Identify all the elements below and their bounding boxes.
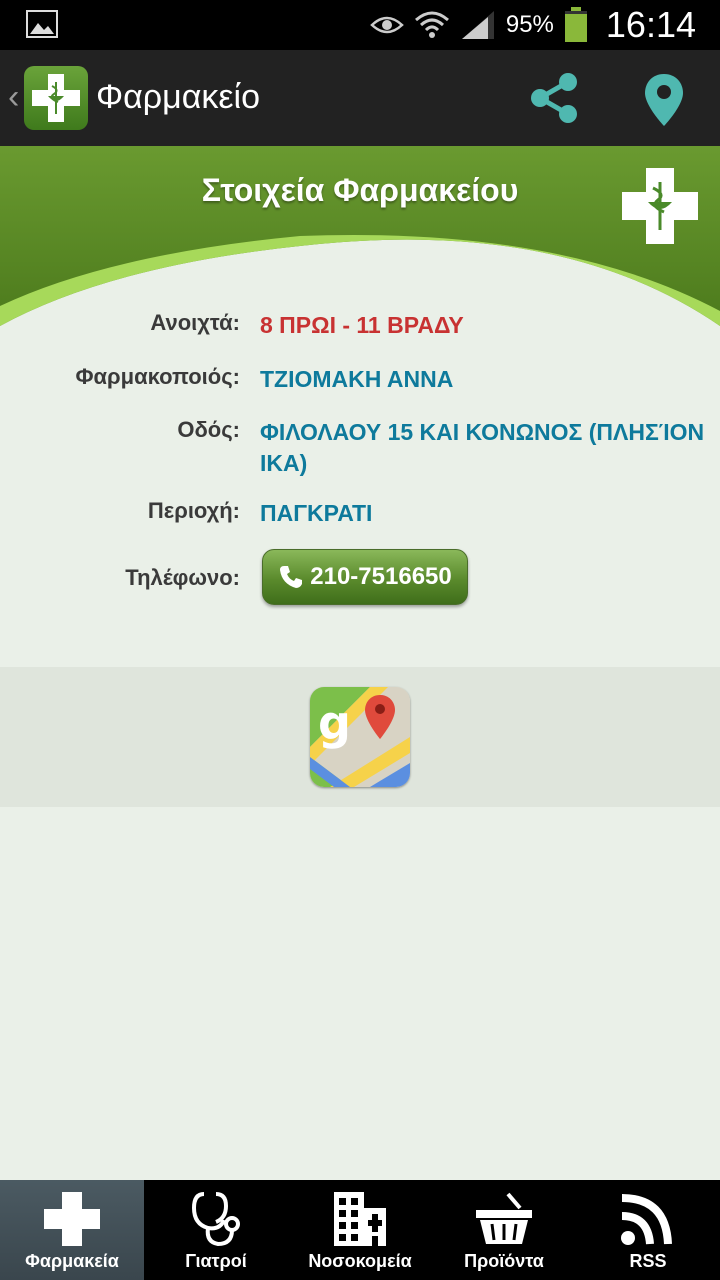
label-pharmacist: Φαρμακοποιός: bbox=[75, 364, 240, 389]
google-maps-icon: g bbox=[310, 687, 410, 787]
app-logo-icon[interactable] bbox=[24, 66, 88, 130]
value-pharmacist: ΤΖΙΟΜΑΚΗ ΑΝΝΑ bbox=[260, 366, 454, 392]
rss-icon bbox=[621, 1194, 672, 1245]
share-icon[interactable] bbox=[526, 70, 582, 126]
pharmacy-cross-icon bbox=[622, 168, 698, 244]
hospital-building-icon bbox=[334, 1192, 386, 1246]
screen-title: Φαρμακείο bbox=[96, 78, 260, 116]
google-maps-button[interactable]: g bbox=[310, 687, 410, 787]
label-street: Οδός: bbox=[177, 417, 240, 442]
action-bar: ‹ Φαρμακείο bbox=[0, 50, 720, 146]
label-phone: Τηλέφωνο: bbox=[125, 565, 240, 590]
eye-icon bbox=[370, 16, 404, 34]
wifi-icon bbox=[414, 11, 449, 38]
location-pin-icon[interactable] bbox=[642, 72, 686, 128]
map-strip: g bbox=[0, 667, 720, 807]
nav-pharmacies[interactable]: Φαρμακεία bbox=[0, 1180, 144, 1280]
status-bar: 95% 16:14 bbox=[0, 0, 720, 50]
cross-icon bbox=[44, 1192, 100, 1246]
call-button[interactable]: 210-7516650 bbox=[262, 549, 468, 605]
value-opening-hours: 8 ΠΡΩΙ - 11 ΒΡΑΔΥ bbox=[260, 312, 464, 338]
phone-icon bbox=[280, 566, 303, 588]
label-area: Περιοχή: bbox=[147, 498, 240, 523]
nav-rss-label: RSS bbox=[629, 1251, 667, 1271]
call-button-label: 210-7516650 bbox=[310, 563, 452, 590]
header-title: Στοιχεία Φαρμακείου bbox=[201, 172, 519, 208]
nav-hospitals-label: Νοσοκομεία bbox=[308, 1251, 412, 1271]
nav-doctors-label: Γιατροί bbox=[185, 1251, 247, 1271]
svg-text:g: g bbox=[318, 696, 351, 750]
up-caret-icon[interactable]: ‹ bbox=[8, 78, 19, 117]
nav-pharmacies-label: Φαρμακεία bbox=[25, 1251, 119, 1271]
value-street: ΦΙΛΟΛΑΟΥ 15 ΚΑΙ ΚΟΝΩΝΟΣ (ΠΛΗΣΊΟΝ ΙΚΑ) bbox=[260, 419, 705, 476]
nav-products[interactable]: Προϊόντα bbox=[432, 1180, 576, 1280]
nav-hospitals[interactable]: Νοσοκομεία bbox=[288, 1180, 432, 1280]
gallery-notification-icon bbox=[26, 10, 58, 38]
nav-doctors[interactable]: Γιατροί bbox=[144, 1180, 288, 1280]
label-opening-hours: Ανοιχτά: bbox=[150, 310, 240, 335]
value-area: ΠΑΓΚΡΑΤΙ bbox=[260, 500, 373, 526]
signal-icon bbox=[461, 11, 494, 39]
battery-percent: 95% bbox=[505, 11, 554, 38]
basket-icon bbox=[476, 1192, 532, 1244]
stethoscope-icon bbox=[191, 1192, 240, 1247]
bottom-navigation: Φαρμακεία Γιατροί Νοσοκομεία Προϊόντα RS… bbox=[0, 1180, 720, 1280]
clock: 16:14 bbox=[605, 4, 696, 45]
battery-icon bbox=[564, 7, 587, 42]
details-header: Στοιχεία Φαρμακείου bbox=[0, 146, 720, 336]
nav-rss[interactable]: RSS bbox=[576, 1180, 720, 1280]
nav-products-label: Προϊόντα bbox=[464, 1251, 544, 1271]
